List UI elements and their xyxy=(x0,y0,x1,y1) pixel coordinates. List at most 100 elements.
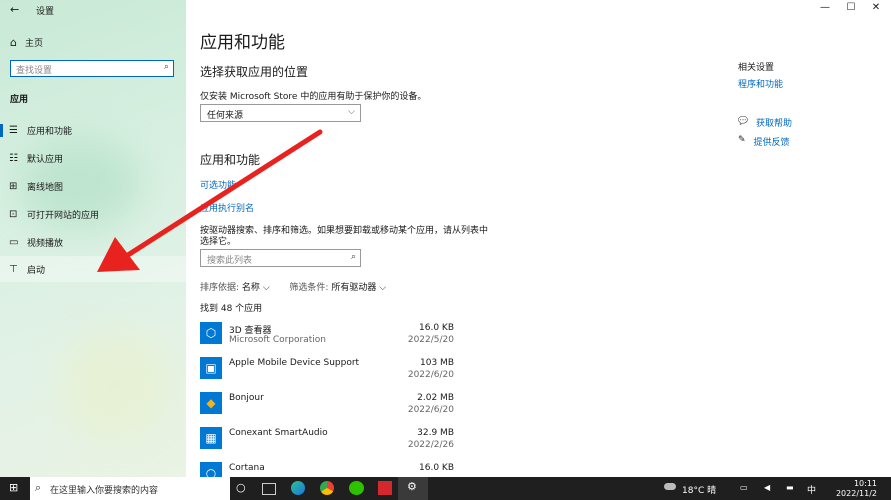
chrome-browser-icon[interactable] xyxy=(320,481,334,495)
startup-icon: ⊤ xyxy=(9,263,18,275)
taskbar: ⊞ ⌕ 在这里输入你要搜索的内容 ○ ⚙ 18°C 晴 ▭ ◀ ▬ 中 10:1… xyxy=(0,477,891,500)
feedback-icon: ✎ xyxy=(738,135,746,145)
list-item[interactable]: ▦ Conexant SmartAudio 32.9 MB 2022/2/26 xyxy=(200,425,460,455)
app-name: Conexant SmartAudio xyxy=(229,428,328,438)
app-name: Bonjour xyxy=(229,393,264,403)
chevron-down-icon: ⌵ xyxy=(379,283,387,293)
list-item[interactable]: ◆ Bonjour 2.02 MB 2022/6/20 xyxy=(200,390,460,420)
start-windows-icon[interactable]: ⊞ xyxy=(9,481,18,494)
app-name: Cortana xyxy=(229,463,265,473)
clock[interactable]: 10:11 2022/11/2 xyxy=(836,479,877,499)
list-icon: ☰ xyxy=(9,124,18,136)
filter-label: 筛选条件: xyxy=(289,283,329,293)
app-date: 2022/2/26 xyxy=(407,440,454,450)
app-list-search-input[interactable]: 搜索此列表 ⌕ xyxy=(200,249,361,267)
app-conexant-icon: ▦ xyxy=(200,427,222,449)
volume-icon[interactable]: ◀ xyxy=(764,483,770,492)
network-icon[interactable]: ▭ xyxy=(740,483,748,492)
sort-filter-row: 排序依据: 名称 ⌵ 筛选条件: 所有驱动器 ⌵ xyxy=(200,280,386,293)
app-bonjour-icon: ◆ xyxy=(200,392,222,414)
app-date: 2022/6/20 xyxy=(407,405,454,415)
home-nav-item[interactable]: ⌂ 主页 xyxy=(10,36,43,49)
get-help-label: 获取帮助 xyxy=(755,119,792,129)
back-arrow-icon[interactable]: ← xyxy=(10,3,19,16)
help-icon: 💬 xyxy=(738,116,748,125)
edge-browser-icon[interactable] xyxy=(291,481,305,495)
sidebar-item-label: 可打开网站的应用 xyxy=(27,210,100,221)
app-size: 16.0 KB xyxy=(419,463,454,473)
filter-dropdown[interactable]: 所有驱动器 ⌵ xyxy=(331,283,386,293)
app-date: 2022/5/20 xyxy=(407,335,454,345)
sidebar-item-offline-maps[interactable]: ⊞ 离线地图 xyxy=(0,173,186,199)
search-description-continued: 选择它。 xyxy=(200,237,237,247)
search-placeholder: 在这里输入你要搜索的内容 xyxy=(50,486,159,496)
battery-icon[interactable]: ▬ xyxy=(786,483,794,492)
wps-office-icon[interactable] xyxy=(378,481,392,495)
dropdown-value: 任何来源 xyxy=(207,111,244,121)
sidebar-item-startup[interactable]: ⊤ 启动 xyxy=(0,256,186,282)
window-title: 设置 xyxy=(36,7,55,17)
sidebar-item-label: 应用和功能 xyxy=(27,126,73,137)
sidebar-item-video-playback[interactable]: ▭ 视频播放 xyxy=(0,229,186,255)
search-placeholder: 查找设置 xyxy=(16,66,53,76)
app-size: 16.0 KB xyxy=(419,323,454,333)
app-size: 32.9 MB xyxy=(417,428,454,438)
search-icon: ⌕ xyxy=(35,481,42,494)
feedback-link[interactable]: ✎ 提供反馈 xyxy=(738,135,792,148)
app-cortana-icon: ○ xyxy=(200,462,222,477)
optional-features-link[interactable]: 可选功能 xyxy=(200,178,236,191)
filter-value: 所有驱动器 xyxy=(331,283,377,293)
main-content: 应用和功能 选择获取应用的位置 仅安装 Microsoft Store 中的应用… xyxy=(186,0,891,477)
task-view-icon[interactable]: ○ xyxy=(236,481,246,494)
map-icon: ⊞ xyxy=(9,180,18,192)
app-name: Apple Mobile Device Support xyxy=(229,358,360,368)
sidebar-item-apps-features[interactable]: ☰ 应用和功能 xyxy=(0,117,186,143)
related-settings: 相关设置 程序和功能 💬 获取帮助 ✎ 提供反馈 xyxy=(738,60,792,148)
sidebar-item-label: 视频播放 xyxy=(27,238,64,249)
sort-value: 名称 xyxy=(241,283,260,293)
weather-cloud-icon xyxy=(664,483,676,490)
background-blob xyxy=(60,330,170,440)
sidebar-item-label: 默认应用 xyxy=(27,154,64,165)
sidebar-item-label: 启动 xyxy=(27,265,46,276)
page-title: 应用和功能 xyxy=(200,33,285,53)
app-apple-mobile-icon: ▣ xyxy=(200,357,222,379)
default-apps-icon: ☷ xyxy=(9,152,18,164)
sidebar-item-default-apps[interactable]: ☷ 默认应用 xyxy=(0,145,186,171)
app-date: 2022/6/20 xyxy=(407,370,454,380)
video-icon: ▭ xyxy=(9,236,19,248)
list-item[interactable]: ○ Cortana 16.0 KB xyxy=(200,460,460,477)
list-item[interactable]: ▣ Apple Mobile Device Support 103 MB 202… xyxy=(200,355,460,385)
get-help-link[interactable]: 💬 获取帮助 xyxy=(738,116,792,129)
website-icon: ⊡ xyxy=(9,208,18,220)
search-icon: ⌕ xyxy=(350,252,356,262)
ime-indicator[interactable]: 中 xyxy=(807,483,816,496)
source-description: 仅安装 Microsoft Store 中的应用有助于保护你的设备。 xyxy=(200,92,427,102)
source-heading: 选择获取应用的位置 xyxy=(200,65,309,79)
home-icon: ⌂ xyxy=(10,36,17,49)
related-heading: 相关设置 xyxy=(738,63,775,73)
programs-features-link[interactable]: 程序和功能 xyxy=(738,77,792,90)
apps-heading: 应用和功能 xyxy=(200,153,261,167)
weather-text[interactable]: 18°C 晴 xyxy=(682,483,716,496)
apps-found-count: 找到 48 个应用 xyxy=(200,304,263,314)
app-alias-link[interactable]: 应用执行别名 xyxy=(200,201,254,214)
sort-label: 排序依据: xyxy=(200,283,240,293)
gear-icon: ⚙ xyxy=(407,480,417,493)
clock-time: 10:11 xyxy=(853,479,877,488)
feedback-label: 提供反馈 xyxy=(753,138,790,148)
sidebar-item-apps-for-websites[interactable]: ⊡ 可打开网站的应用 xyxy=(0,201,186,227)
list-item[interactable]: ⬡ 3D 查看器 Microsoft Corporation 16.0 KB 2… xyxy=(200,320,460,350)
clock-date: 2022/11/2 xyxy=(835,489,877,498)
wechat-icon[interactable] xyxy=(349,481,364,495)
app-size: 2.02 MB xyxy=(417,393,454,403)
sidebar-item-label: 离线地图 xyxy=(27,182,64,193)
sort-dropdown[interactable]: 名称 ⌵ xyxy=(242,283,270,293)
file-explorer-icon[interactable] xyxy=(262,483,276,495)
settings-search-input[interactable]: 查找设置 ⌕ xyxy=(10,60,174,77)
section-heading: 应用 xyxy=(10,95,29,105)
app-publisher: Microsoft Corporation xyxy=(229,335,326,345)
search-icon: ⌕ xyxy=(163,62,169,72)
taskbar-search-input[interactable]: ⌕ 在这里输入你要搜索的内容 xyxy=(30,477,230,500)
app-source-dropdown[interactable]: 任何来源 ⌵ xyxy=(200,104,361,122)
